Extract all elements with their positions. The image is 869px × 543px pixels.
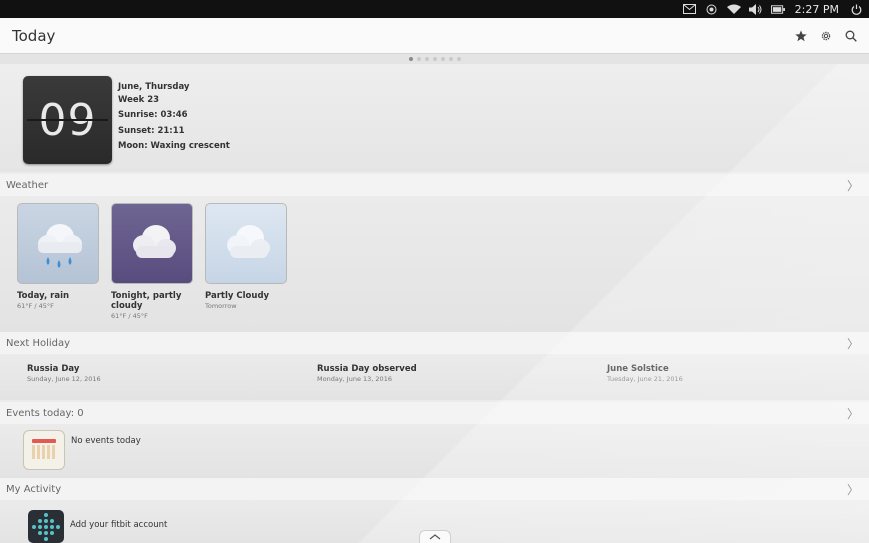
weather-card-tomorrow[interactable]: Partly Cloudy Tomorrow [205,203,287,310]
holiday-header[interactable]: Next Holiday 〉 [0,332,869,354]
weather-card-label: Tonight, partly cloudy [111,291,182,311]
date-week: Week 23 [118,94,160,105]
page-dot[interactable] [448,57,453,61]
weather-header[interactable]: Weather 〉 [0,174,869,196]
weather-card-sub: Tomorrow [205,302,237,310]
page-dot[interactable] [408,57,413,61]
holiday-body: Russia Day Sunday, June 12, 2016 Russia … [0,354,869,400]
page-dot[interactable] [416,57,421,61]
status-bar: 2:27 PM [0,0,869,18]
weather-card-tonight[interactable]: Tonight, partly cloudy 61°F / 45°F [111,203,193,320]
weather-section: Weather 〉 Today, rain 61°F / 45°F Tonigh… [0,174,869,332]
gear-icon[interactable] [819,29,832,42]
flip-divider [27,119,108,121]
holiday-section: Next Holiday 〉 Russia Day Sunday, June 1… [0,332,869,400]
chevron-right-icon[interactable]: 〉 [847,177,863,194]
star-icon[interactable] [794,29,807,42]
holiday-title: Next Holiday [6,337,71,349]
events-header[interactable]: Events today: 0 〉 [0,402,869,424]
holiday-item[interactable]: June Solstice Tuesday, June 21, 2016 [607,364,683,383]
page-dot[interactable] [424,57,429,61]
date-sunrise: Sunrise: 03:46 [118,110,188,120]
weather-card-sub: 61°F / 45°F [17,302,54,310]
cloud-icon [111,203,193,284]
holiday-name: Russia Day observed [317,364,417,374]
page-dot[interactable] [432,57,437,61]
weather-title: Weather [6,179,49,191]
page-dot[interactable] [456,57,461,61]
date-weekday: June, Thursday [118,82,190,92]
holiday-date: Sunday, June 12, 2016 [27,375,101,383]
holiday-item[interactable]: Russia Day observed Monday, June 13, 201… [317,364,417,383]
weather-card-today[interactable]: Today, rain 61°F / 45°F [17,203,99,310]
holiday-item[interactable]: Russia Day Sunday, June 12, 2016 [27,364,101,383]
chevron-right-icon[interactable]: 〉 [847,335,863,352]
weather-body: Today, rain 61°F / 45°F Tonight, partly … [0,196,869,332]
date-section: 09 June, Thursday Week 23 Sunrise: 03:46… [0,64,869,172]
weather-card-label: Today, rain [17,291,70,301]
clock[interactable]: 2:27 PM [795,3,839,16]
holiday-name: June Solstice [607,364,669,374]
holiday-date: Tuesday, June 21, 2016 [607,375,683,383]
flip-clock-day: 09 [23,76,112,164]
no-events-text: No events today [71,436,141,446]
today-scope: 09 June, Thursday Week 23 Sunrise: 03:46… [0,64,869,543]
power-icon[interactable] [849,3,863,15]
page-title: Today [12,26,56,45]
events-title: Events today: 0 [6,407,84,419]
add-fitbit-link[interactable]: Add your fitbit account [70,520,167,530]
date-details: June, Thursday Week 23 Sunrise: 03:46 Su… [118,81,230,153]
date-moon: Moon: Waxing crescent [118,141,230,151]
mail-icon[interactable] [683,3,697,15]
events-body: No events today [0,424,869,478]
chevron-up-icon [429,534,441,540]
events-section: Events today: 0 〉 No events today [0,402,869,478]
wifi-icon[interactable] [726,3,741,15]
activity-title: My Activity [6,483,62,495]
battery-icon[interactable] [770,3,785,15]
page-dot[interactable] [440,57,445,61]
fitbit-icon[interactable] [28,510,64,543]
app-header: Today [0,18,869,54]
page-indicator[interactable] [0,54,869,64]
weather-card-label: Partly Cloudy [205,291,270,301]
chevron-right-icon[interactable]: 〉 [847,481,863,498]
date-sunset: Sunset: 21:11 [118,125,185,136]
volume-icon[interactable] [749,3,763,15]
chevron-right-icon[interactable]: 〉 [847,405,863,422]
rain-cloud-icon [17,203,99,284]
header-actions [794,29,857,42]
holiday-name: Russia Day [27,364,80,374]
activity-header[interactable]: My Activity 〉 [0,478,869,500]
search-icon[interactable] [844,29,857,42]
calendar-icon[interactable] [23,430,65,470]
weather-card-sub: 61°F / 45°F [111,312,148,320]
cloud-icon [205,203,287,284]
bottom-edge-handle[interactable] [419,530,451,543]
location-icon[interactable] [705,3,719,15]
holiday-date: Monday, June 13, 2016 [317,375,392,383]
